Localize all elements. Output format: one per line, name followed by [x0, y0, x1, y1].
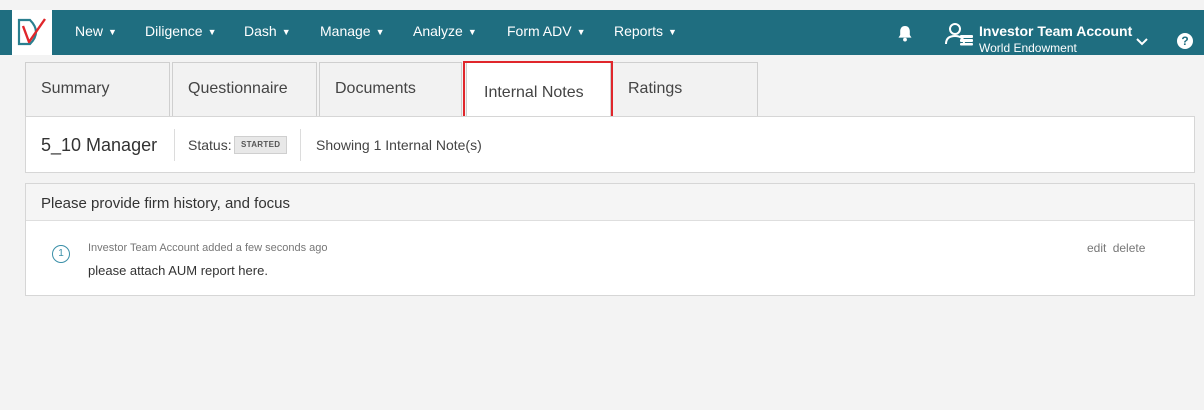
account-name[interactable]: Investor Team Account — [979, 23, 1132, 39]
delete-note-link[interactable]: delete — [1113, 241, 1146, 255]
tab-summary[interactable]: Summary — [25, 62, 170, 116]
tab-internal-notes[interactable]: Internal Notes — [466, 62, 611, 116]
nav-manage[interactable]: Manage ▼ — [320, 23, 385, 39]
user-account-icon[interactable] — [944, 22, 976, 46]
status-label: Status: — [188, 137, 232, 153]
caret-down-icon: ▼ — [668, 27, 677, 37]
tab-questionnaire[interactable]: Questionnaire — [172, 62, 317, 116]
caret-down-icon: ▼ — [281, 27, 291, 37]
edit-note-link[interactable]: edit — [1087, 241, 1106, 255]
note-number-badge: 1 — [52, 245, 70, 263]
note-actions: edit delete — [1084, 241, 1145, 255]
top-navbar: New ▼ Diligence ▼ Dash ▼ Manage ▼ Analyze ▼ F… — [0, 10, 1204, 55]
caret-down-icon: ▼ — [576, 27, 586, 37]
tab-documents[interactable]: Documents — [319, 62, 462, 116]
nav-diligence[interactable]: Diligence ▼ — [145, 23, 217, 39]
nav-new[interactable]: New ▼ — [75, 23, 117, 39]
caret-down-icon: ▼ — [467, 27, 477, 37]
note-body: please attach AUM report here. — [88, 263, 268, 278]
caret-down-icon: ▼ — [375, 27, 385, 37]
nav-analyze[interactable]: Analyze ▼ — [413, 23, 477, 39]
nav-form-adv[interactable]: Form ADV ▼ — [507, 23, 586, 39]
manager-name: 5_10 Manager — [41, 135, 158, 155]
app-logo[interactable] — [12, 10, 52, 55]
divider — [300, 129, 301, 161]
account-organization[interactable]: World Endowment — [979, 41, 1077, 55]
divider — [174, 129, 175, 161]
caret-down-icon: ▼ — [207, 27, 217, 37]
question-header: Please provide firm history, and focus — [26, 184, 1194, 221]
help-icon[interactable]: ? — [1177, 33, 1193, 49]
tab-ratings[interactable]: Ratings — [612, 62, 758, 116]
chevron-down-icon[interactable] — [1136, 38, 1148, 46]
nav-reports[interactable]: Reports ▼ — [614, 23, 677, 39]
question-title: Please provide firm history, and focus — [41, 195, 291, 212]
logo-icon — [17, 18, 46, 46]
bell-icon[interactable] — [897, 25, 913, 42]
notes-count-text: Showing 1 Internal Note(s) — [316, 137, 482, 153]
caret-down-icon: ▼ — [108, 27, 117, 37]
manager-header-panel: 5_10 Manager Status: STARTED Showing 1 I… — [25, 116, 1195, 173]
question-panel: Please provide firm history, and focus 1… — [25, 183, 1195, 296]
nav-dash[interactable]: Dash ▼ — [244, 23, 291, 39]
note-meta: Investor Team Account added a few second… — [88, 242, 328, 254]
status-badge: STARTED — [234, 136, 288, 154]
